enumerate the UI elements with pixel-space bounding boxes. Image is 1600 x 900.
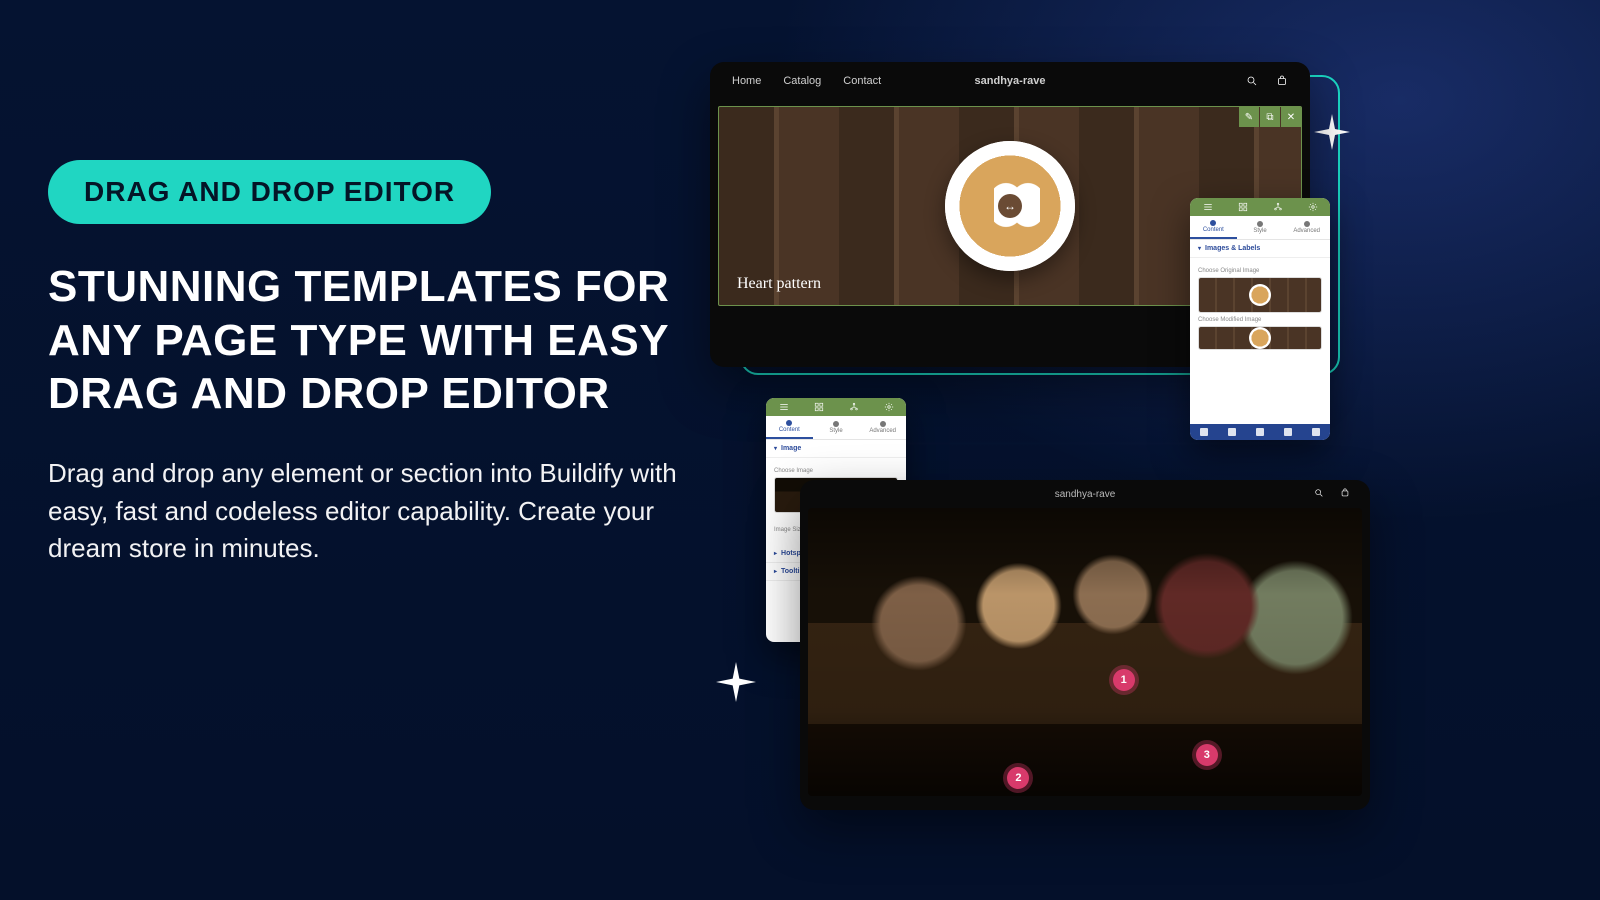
panel-tabs: Content Style Advanced [766,416,906,440]
site-navbar: sandhya-rave [800,480,1370,508]
device-icon[interactable] [1200,428,1208,436]
tab-style[interactable]: Style [1237,216,1284,239]
sparkle-icon [716,662,756,702]
search-icon[interactable] [1314,488,1326,500]
save-icon[interactable] [1312,428,1320,436]
hotspot-3[interactable]: 3 [1196,744,1218,766]
site-navbar: Home Catalog Contact sandhya-rave [710,62,1310,100]
site-preview-bottom: sandhya-rave 1 2 3 [800,480,1370,810]
sparkle-icon [1314,114,1350,150]
panel-toolbar [1190,198,1330,216]
editor-panel-right: Content Style Advanced Images & Labels C… [1190,198,1330,440]
block-action-bar: ✎ ⧉ ✕ [1238,107,1301,127]
undo-icon[interactable] [1256,428,1264,436]
label-choose-original: Choose Original Image [1198,268,1322,274]
menu-icon[interactable] [779,402,789,412]
thumb-original-image[interactable] [1198,277,1322,313]
hotspot-1[interactable]: 1 [1113,669,1135,691]
tab-content[interactable]: Content [1190,216,1237,239]
panel-bottom-toolbar [1190,424,1330,440]
drag-handle-icon[interactable]: ↔ [998,194,1022,218]
label-choose-modified: Choose Modified Image [1198,317,1322,323]
duplicate-icon[interactable]: ⧉ [1260,107,1280,127]
cart-icon[interactable] [1340,488,1352,500]
marketing-column: DRAG AND DROP EDITOR STUNNING TEMPLATES … [48,160,678,568]
grid-icon[interactable] [1238,202,1248,212]
help-icon[interactable] [1228,428,1236,436]
tab-advanced[interactable]: Advanced [859,416,906,439]
nav-contact[interactable]: Contact [843,75,881,87]
tree-icon[interactable] [849,402,859,412]
tree-icon[interactable] [1273,202,1283,212]
headline: STUNNING TEMPLATES FOR ANY PAGE TYPE WIT… [48,260,678,421]
badge-pill: DRAG AND DROP EDITOR [48,160,491,224]
cart-icon[interactable] [1276,75,1288,87]
grid-icon[interactable] [814,402,824,412]
label-choose-image: Choose Image [774,468,898,474]
history-icon[interactable] [1284,428,1292,436]
gear-icon[interactable] [884,402,894,412]
tab-content[interactable]: Content [766,416,813,439]
hero-party-image[interactable]: 1 2 3 [808,508,1362,796]
tab-advanced[interactable]: Advanced [1283,216,1330,239]
delete-icon[interactable]: ✕ [1281,107,1301,127]
gear-icon[interactable] [1308,202,1318,212]
site-brand: sandhya-rave [1055,489,1116,500]
panel-tabs: Content Style Advanced [1190,216,1330,240]
search-icon[interactable] [1246,75,1258,87]
panel-toolbar [766,398,906,416]
hero-caption: Heart pattern [737,275,821,293]
edit-icon[interactable]: ✎ [1239,107,1259,127]
body-copy: Drag and drop any element or section int… [48,455,678,568]
menu-icon[interactable] [1203,202,1213,212]
section-images-labels[interactable]: Images & Labels [1190,240,1330,258]
hotspot-2[interactable]: 2 [1007,767,1029,789]
thumb-modified-image[interactable] [1198,326,1322,350]
tab-style[interactable]: Style [813,416,860,439]
section-image[interactable]: Image [766,440,906,458]
nav-home[interactable]: Home [732,75,761,87]
nav-catalog[interactable]: Catalog [783,75,821,87]
